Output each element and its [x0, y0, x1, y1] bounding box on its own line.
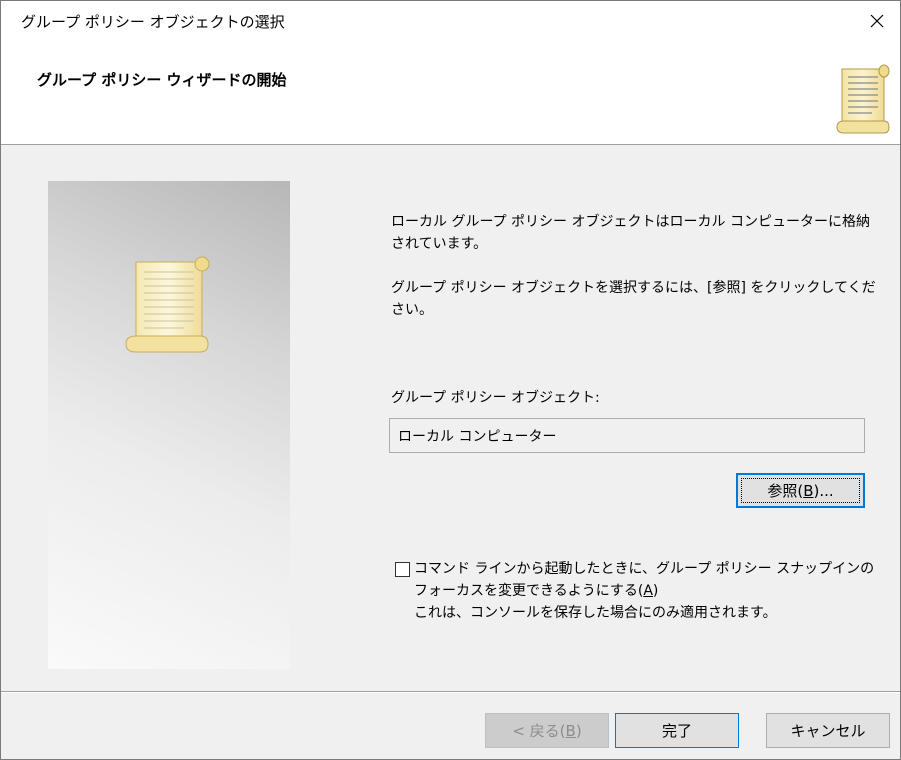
- dialog-window: グループ ポリシー オブジェクトの選択 グループ ポリシー ウィザードの開始 ロ…: [0, 0, 901, 760]
- finish-button[interactable]: 完了: [615, 713, 739, 748]
- wizard-side-image: [48, 181, 290, 669]
- focus-change-checkbox[interactable]: [395, 562, 410, 577]
- gpo-field-label: グループ ポリシー オブジェクト:: [391, 390, 600, 406]
- scroll-document-icon: [125, 256, 210, 353]
- checkbox-accelerator: A: [643, 583, 653, 599]
- browse-button[interactable]: 参照(B)...: [736, 473, 865, 508]
- back-button-label-suffix: ): [575, 721, 582, 740]
- back-button[interactable]: < 戻る(B): [485, 713, 609, 748]
- description-browse-hint: グループ ポリシー オブジェクトを選択するには、[参照] をクリックしてください…: [391, 280, 876, 318]
- checkbox-note: これは、コンソールを保存した場合にのみ適用されます。: [414, 605, 777, 621]
- cancel-button[interactable]: キャンセル: [766, 713, 890, 748]
- checkbox-label-close: ): [652, 583, 659, 599]
- focus-rectangle: [741, 478, 860, 503]
- gpo-name-field[interactable]: ローカル コンピューター: [389, 418, 865, 453]
- back-button-accelerator: B: [565, 721, 576, 740]
- title-bar: グループ ポリシー オブジェクトの選択: [1, 1, 900, 41]
- close-icon: [870, 14, 884, 28]
- focus-change-checkbox-label[interactable]: コマンド ラインから起動したときに、グループ ポリシー スナップインのフォーカス…: [414, 558, 884, 624]
- window-title: グループ ポリシー オブジェクトの選択: [21, 13, 285, 31]
- footer-divider: [1, 691, 900, 693]
- scroll-document-icon: [836, 64, 890, 134]
- back-button-label-prefix: < 戻る(: [512, 722, 566, 740]
- close-button[interactable]: [854, 1, 900, 41]
- wizard-header: グループ ポリシー ウィザードの開始: [1, 41, 900, 145]
- description-local-gpo: ローカル グループ ポリシー オブジェクトはローカル コンピューターに格納されて…: [391, 214, 870, 252]
- wizard-page-title: グループ ポリシー ウィザードの開始: [37, 71, 287, 89]
